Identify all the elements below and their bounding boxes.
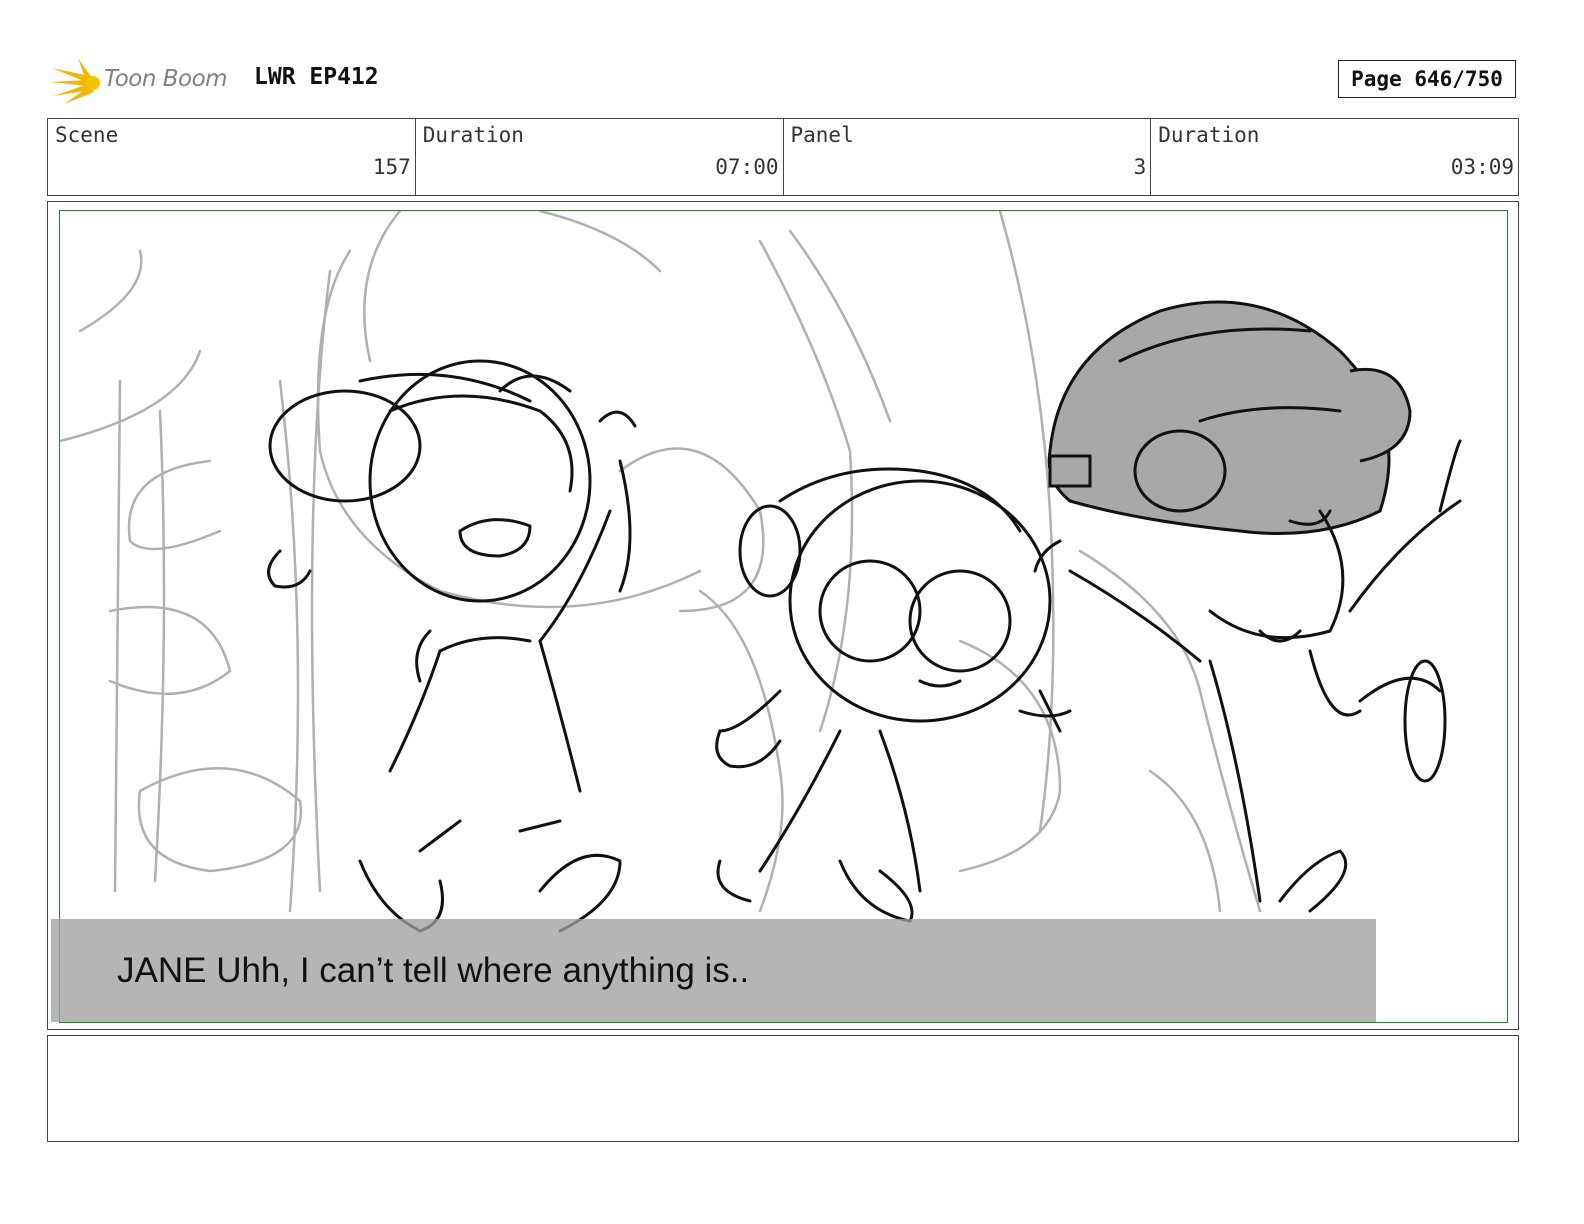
panel-drawing-area xyxy=(59,210,1508,1023)
brand-name: Toon Boom xyxy=(104,66,228,92)
character-right-sketch xyxy=(1033,300,1462,913)
scene-cell: Scene 157 xyxy=(48,119,416,195)
panel-duration-cell: Duration 03:09 xyxy=(1151,119,1518,195)
page-number: Page 646/750 xyxy=(1338,60,1516,98)
scene-duration-label: Duration xyxy=(422,123,524,147)
character-middle-sketch xyxy=(715,467,1072,923)
notes-box xyxy=(47,1035,1519,1142)
panel-duration-value: 03:09 xyxy=(1450,155,1514,179)
panel-cell: Panel 3 xyxy=(784,119,1152,195)
panel-sketch xyxy=(60,211,1462,933)
panel-value: 3 xyxy=(1133,155,1147,179)
panel-label: Panel xyxy=(790,123,854,147)
scene-label: Scene xyxy=(55,123,119,147)
scene-value: 157 xyxy=(372,155,411,179)
panel-duration-label: Duration xyxy=(1158,123,1260,147)
scene-duration-value: 07:00 xyxy=(715,155,779,179)
episode-title: LWR EP412 xyxy=(254,64,379,90)
storyboard-panel xyxy=(47,201,1519,1030)
scene-info-table: Scene 157 Duration 07:00 Panel 3 Duratio… xyxy=(47,118,1519,196)
dialogue-caption: JANE Uhh, I can’t tell where anything is… xyxy=(51,919,1376,1022)
dialogue-text: JANE Uhh, I can’t tell where anything is… xyxy=(117,951,750,990)
background-trees-sketch xyxy=(60,211,1262,913)
character-jane-sketch xyxy=(267,359,637,933)
scene-duration-cell: Duration 07:00 xyxy=(416,119,784,195)
